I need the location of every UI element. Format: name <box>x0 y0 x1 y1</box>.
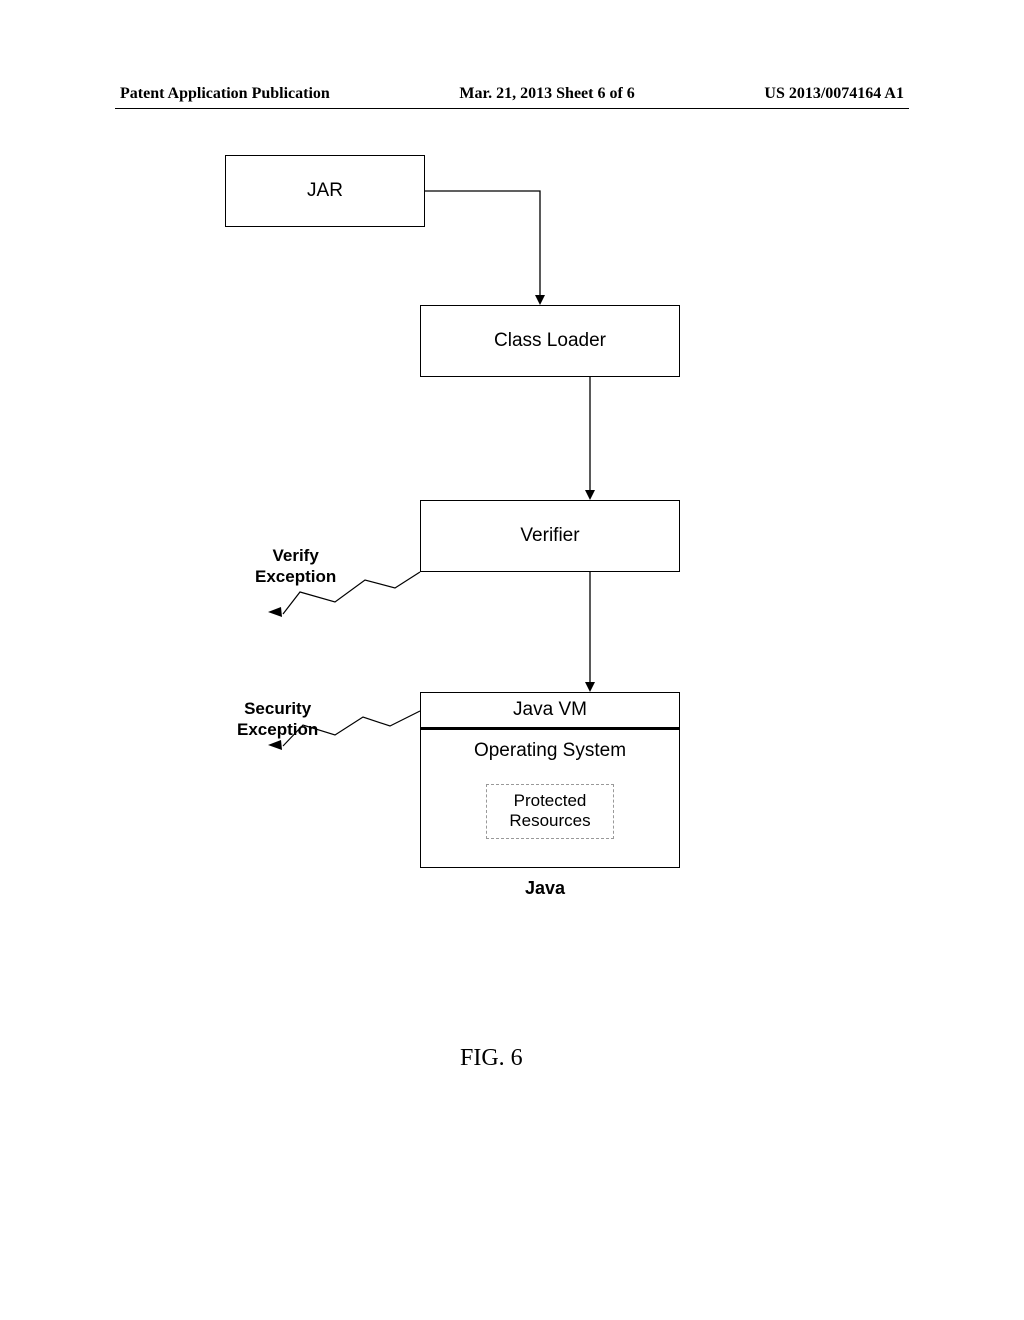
header-date-sheet: Mar. 21, 2013 Sheet 6 of 6 <box>459 85 634 103</box>
box-protected-resources: Protected Resources <box>486 784 613 839</box>
header-divider <box>115 108 909 109</box>
box-os-label: Operating System <box>474 730 626 762</box>
arrow-verifier-to-javavm <box>585 572 605 700</box>
label-security-exception: Security Exception <box>237 698 318 741</box>
box-javavm-label: Java VM <box>421 693 679 730</box>
label-java: Java <box>525 878 565 899</box>
box-verifier-label: Verifier <box>520 525 579 547</box>
arrow-classloader-to-verifier <box>585 377 605 507</box>
header-publication: Patent Application Publication <box>120 85 330 103</box>
box-classloader-label: Class Loader <box>494 330 606 352</box>
box-jar-label: JAR <box>307 180 343 202</box>
box-verifier: Verifier <box>420 500 680 572</box>
box-classloader: Class Loader <box>420 305 680 377</box>
label-verify-exception: Verify Exception <box>255 545 336 588</box>
box-jar: JAR <box>225 155 425 227</box>
header-patent-number: US 2013/0074164 A1 <box>764 85 904 103</box>
arrow-jar-to-classloader <box>425 191 555 311</box>
figure-label: FIG. 6 <box>460 1045 523 1072</box>
box-protected-label: Protected Resources <box>509 791 590 830</box>
box-runtime: Java VM Operating System Protected Resou… <box>420 692 680 868</box>
